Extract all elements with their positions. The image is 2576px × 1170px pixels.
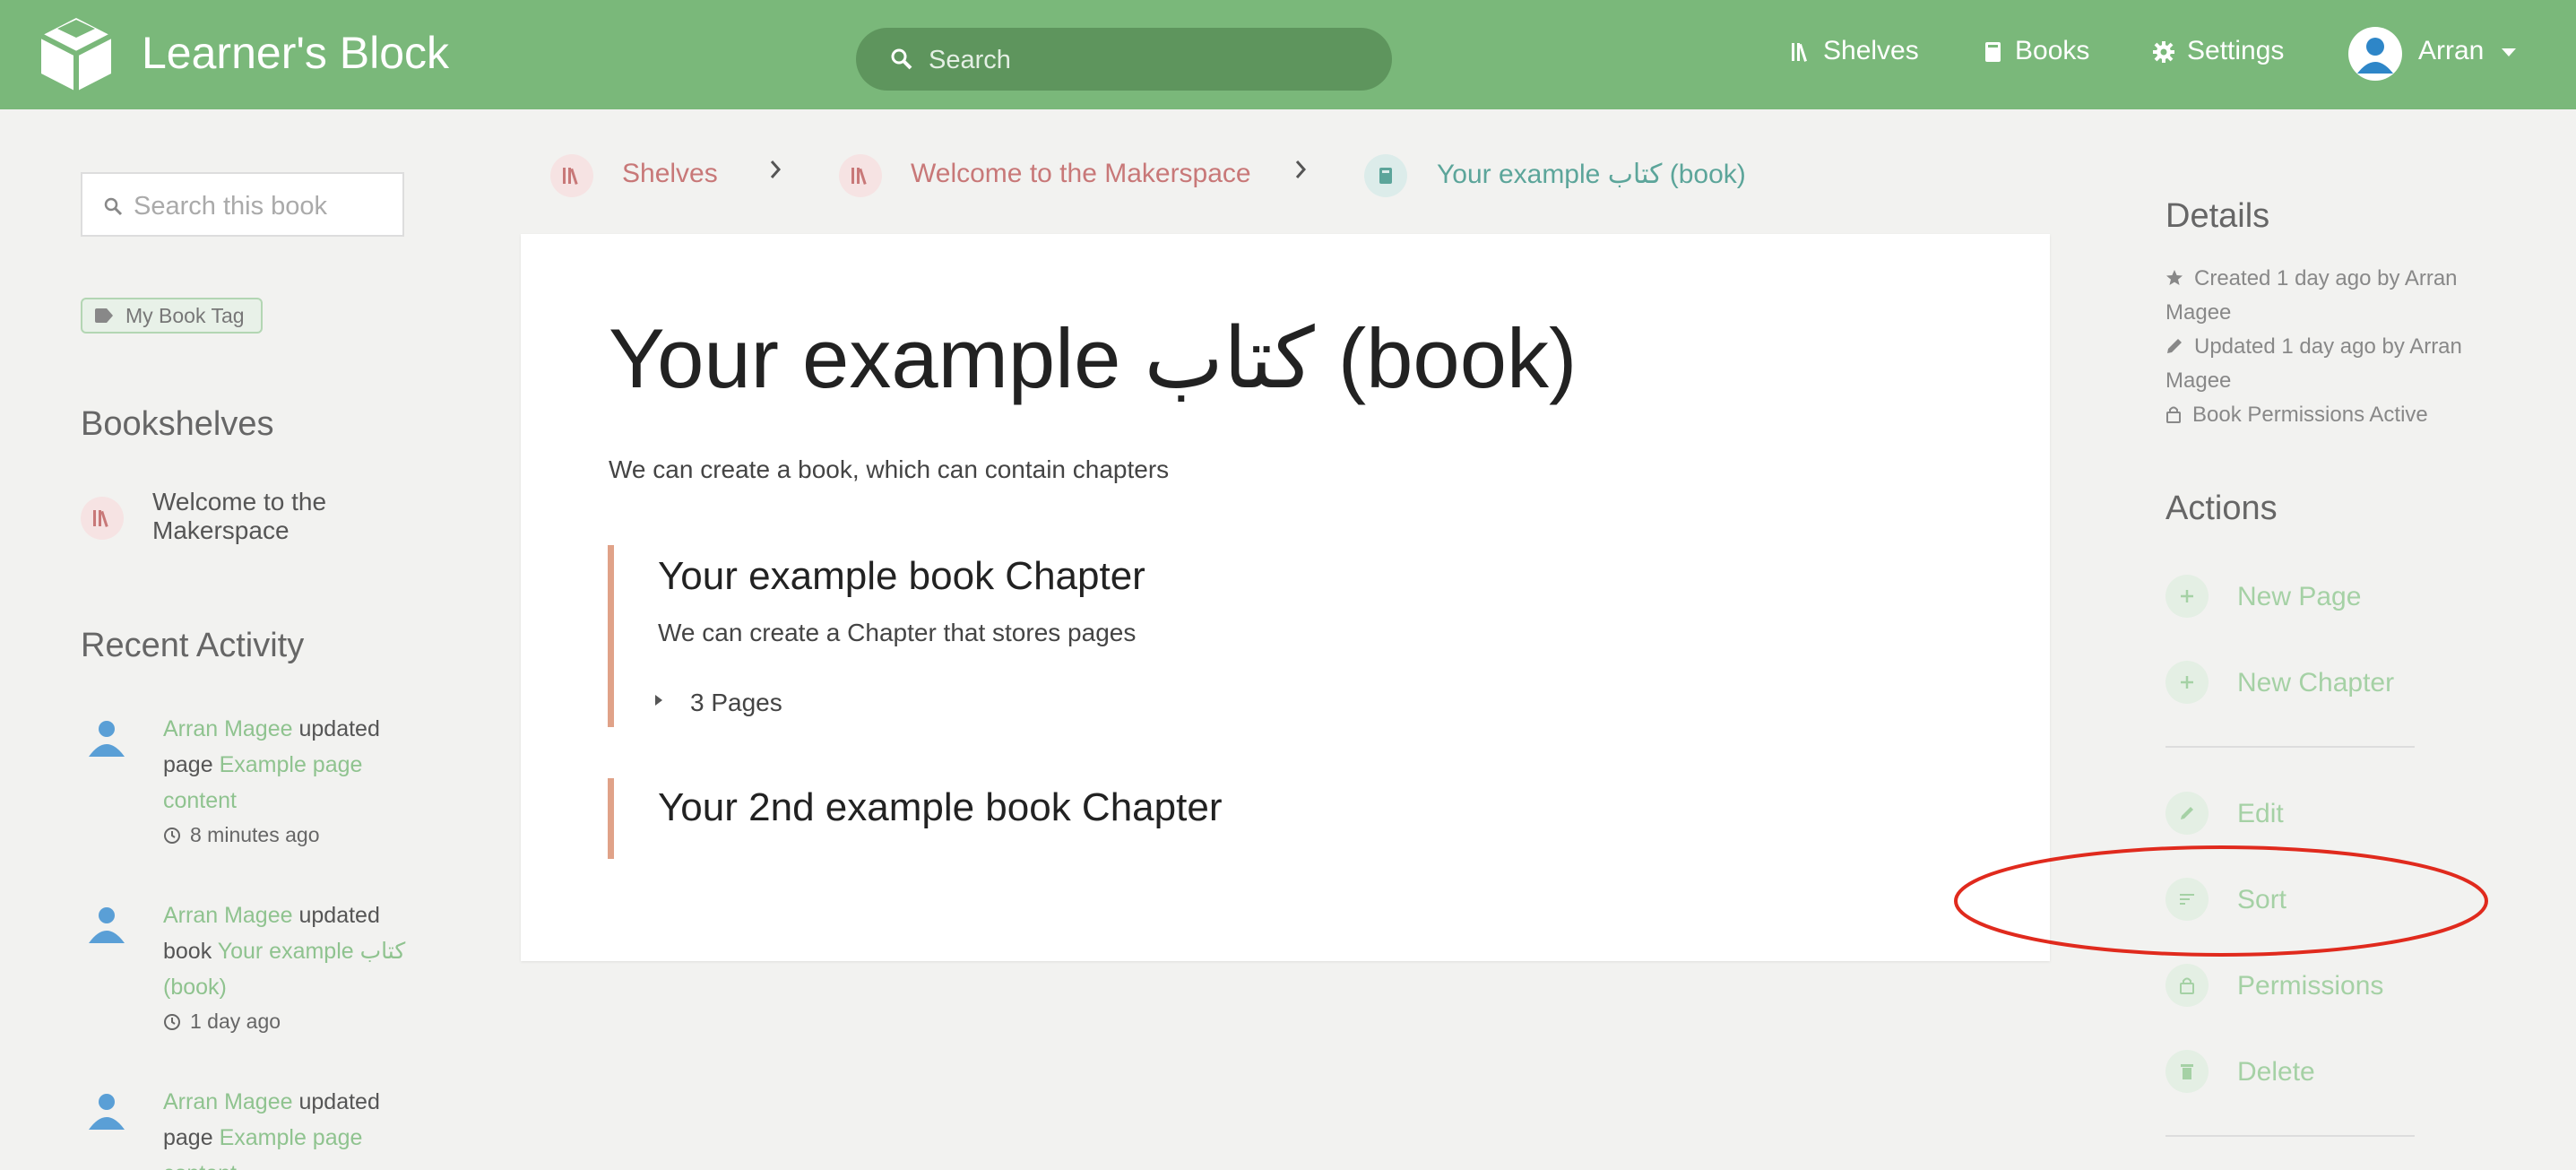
book-icon	[1364, 154, 1407, 197]
lock-icon	[2180, 977, 2194, 994]
shelves-icon	[1792, 43, 1807, 62]
user-avatar	[85, 1088, 128, 1131]
bookshelves-heading: Bookshelves	[81, 405, 274, 443]
activity-user-link[interactable]: Arran Magee	[163, 903, 293, 928]
shelves-icon	[550, 154, 593, 197]
user-avatar[interactable]	[2348, 27, 2402, 81]
tag-icon	[95, 308, 113, 323]
shelf-link[interactable]: Welcome to the Makerspace	[152, 488, 359, 545]
chapter-title[interactable]: Your 2nd example book Chapter	[658, 785, 1222, 830]
chevron-right-icon	[1295, 160, 1307, 178]
activity-item: Arran Magee updated page Example page co…	[163, 1084, 423, 1170]
clock-icon	[164, 828, 180, 844]
lock-icon	[2166, 406, 2181, 423]
book-tag[interactable]: My Book Tag	[81, 298, 263, 334]
details-updated: Updated 1 day ago by Arran Magee	[2165, 334, 2462, 393]
global-search-input[interactable]: Search	[856, 28, 1392, 91]
chapter-description: We can create a Chapter that stores page…	[658, 619, 1137, 646]
activity-time: 8 minutes ago	[163, 823, 319, 847]
plus-icon	[2181, 676, 2193, 689]
chapter-title[interactable]: Your example book Chapter	[658, 554, 1145, 599]
trash-icon	[2181, 1064, 2193, 1079]
pencil-icon	[2181, 807, 2193, 819]
actions-divider	[2165, 1135, 2415, 1137]
chapter-accent-bar	[608, 545, 614, 727]
chapter-accent-bar	[608, 778, 614, 859]
book-search-placeholder: Search this book	[134, 192, 328, 221]
actions-divider	[2165, 746, 2415, 748]
book-title: Your example كتاب (book)	[609, 311, 1578, 405]
activity-item: Arran Magee updated book Your example كت…	[163, 903, 406, 1000]
chapter-pages-toggle[interactable]: 3 Pages	[690, 689, 782, 717]
shelf-icon	[81, 497, 124, 540]
details-created: Created 1 day ago by Arran Magee	[2165, 266, 2458, 325]
breadcrumb-shelves[interactable]: Shelves	[622, 159, 718, 189]
user-avatar	[85, 715, 128, 758]
user-avatar	[85, 902, 128, 945]
app-logo-icon[interactable]	[39, 16, 113, 93]
chevron-down-icon[interactable]	[2502, 48, 2516, 56]
recent-activity-heading: Recent Activity	[81, 627, 305, 664]
star-icon	[2166, 270, 2183, 285]
gear-icon	[2153, 41, 2174, 63]
app-title[interactable]: Learner's Block	[142, 27, 449, 79]
breadcrumb-book[interactable]: Your example كتاب (book)	[1437, 159, 1746, 190]
nav-settings[interactable]: Settings	[2153, 36, 2284, 66]
nav-books[interactable]: Books	[1983, 36, 2089, 66]
search-icon	[104, 197, 123, 216]
nav-shelves[interactable]: Shelves	[1791, 36, 1919, 66]
clock-icon	[164, 1014, 180, 1030]
search-placeholder: Search	[929, 46, 1011, 74]
plus-icon	[2181, 590, 2193, 602]
activity-time: 1 day ago	[163, 1010, 281, 1034]
details-permissions: Book Permissions Active	[2165, 398, 2506, 432]
details-heading: Details	[2165, 197, 2270, 235]
breadcrumb-shelf[interactable]: Welcome to the Makerspace	[911, 159, 1251, 189]
activity-user-link[interactable]: Arran Magee	[163, 716, 293, 741]
book-search-input[interactable]: Search this book	[81, 172, 404, 237]
caret-right-icon[interactable]	[654, 693, 663, 707]
book-description: We can create a book, which can contain …	[609, 455, 1170, 483]
book-icon	[1985, 42, 2001, 62]
chevron-right-icon	[770, 160, 782, 178]
user-menu-name[interactable]: Arran	[2418, 36, 2484, 66]
activity-item: Arran Magee updated page Example page co…	[163, 716, 380, 813]
actions-heading: Actions	[2165, 490, 2278, 527]
pencil-icon	[2167, 339, 2182, 353]
shelf-icon	[839, 154, 882, 197]
search-icon	[891, 48, 912, 70]
activity-user-link[interactable]: Arran Magee	[163, 1089, 293, 1114]
annotation-ellipse	[1954, 845, 2488, 957]
